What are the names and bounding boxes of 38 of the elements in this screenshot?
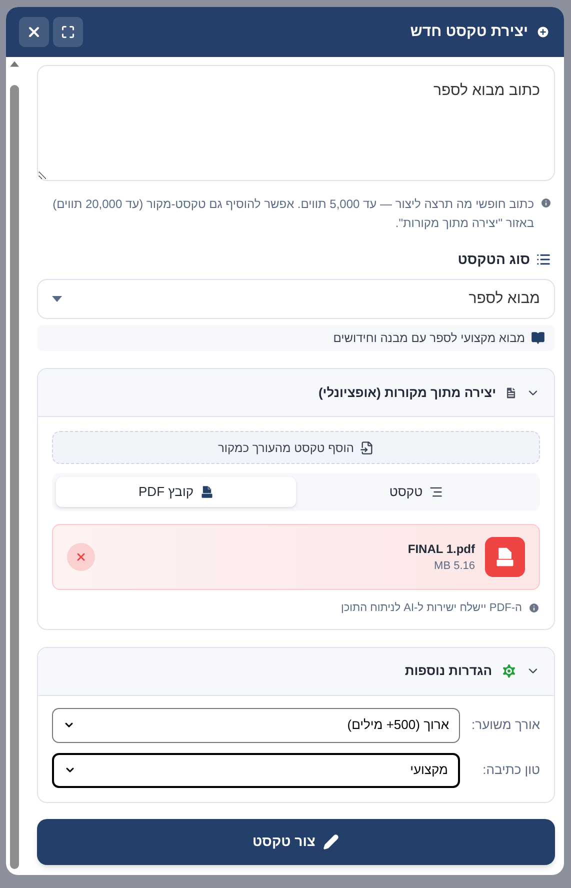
add-source-button[interactable]: הוסף טקסט מהעורך כמקור	[52, 431, 540, 464]
scrollbar-thumb[interactable]	[10, 85, 18, 869]
field-label: טון כתיבה:	[482, 761, 540, 780]
description-text: מבוא מקצועי לספר עם מבנה וחידושים	[333, 330, 525, 347]
fullscreen-icon	[61, 25, 75, 39]
scroll-up-icon[interactable]	[10, 61, 18, 67]
text-lines-icon	[428, 485, 443, 499]
pencil-icon	[323, 834, 340, 850]
select-field[interactable]: מקצועי	[52, 752, 460, 788]
prompt-field[interactable]: כתוב מבוא לספר	[37, 65, 555, 181]
document-icon	[504, 386, 518, 400]
select-field[interactable]: ארוך (500+ מילים)	[52, 708, 460, 742]
source-tab[interactable]: קובץ PDF	[56, 477, 296, 507]
close-button[interactable]	[19, 17, 49, 47]
sources-header[interactable]: יצירה מתוך מקורות (אופציונלי)	[38, 369, 554, 417]
fullscreen-button[interactable]	[53, 17, 83, 47]
close-icon	[26, 24, 42, 40]
file-name: FINAL 1.pdf	[408, 540, 475, 558]
source-tab[interactable]: טקסט	[296, 477, 536, 507]
info-icon	[540, 197, 552, 209]
dropdown-caret-icon	[52, 296, 62, 302]
settings-header[interactable]: הגדרות נוספות	[38, 648, 554, 696]
info-icon	[528, 602, 540, 614]
text-type-select[interactable]: מבוא לספר	[37, 279, 555, 319]
gear-icon	[500, 662, 518, 680]
remove-icon	[75, 551, 87, 563]
plus-icon	[536, 25, 550, 39]
file-import-icon	[360, 440, 374, 454]
file-size: MB 5.16	[434, 558, 475, 574]
remove-file-button[interactable]	[67, 543, 95, 571]
field-label: אורך משוער:	[472, 716, 540, 734]
list-icon	[536, 252, 551, 267]
submit-button[interactable]: צור טקסט	[37, 818, 555, 864]
window-title: יצירת טקסט חדש	[410, 22, 528, 42]
text-type-label: סוג הטקסט	[458, 250, 530, 269]
pdf-note: ה-PDF יישלח ישירות ל-AI לניתוח התוכן	[340, 601, 522, 616]
prompt-hint: כתוב חופשי מה תרצה ליצור — עד 5,000 תווים. אפשר להוסיף גם טקסט-מקור (עד 20,000 תווים) באזור "יצירה מתוך מקורות".	[52, 196, 534, 232]
book-icon	[531, 331, 545, 345]
